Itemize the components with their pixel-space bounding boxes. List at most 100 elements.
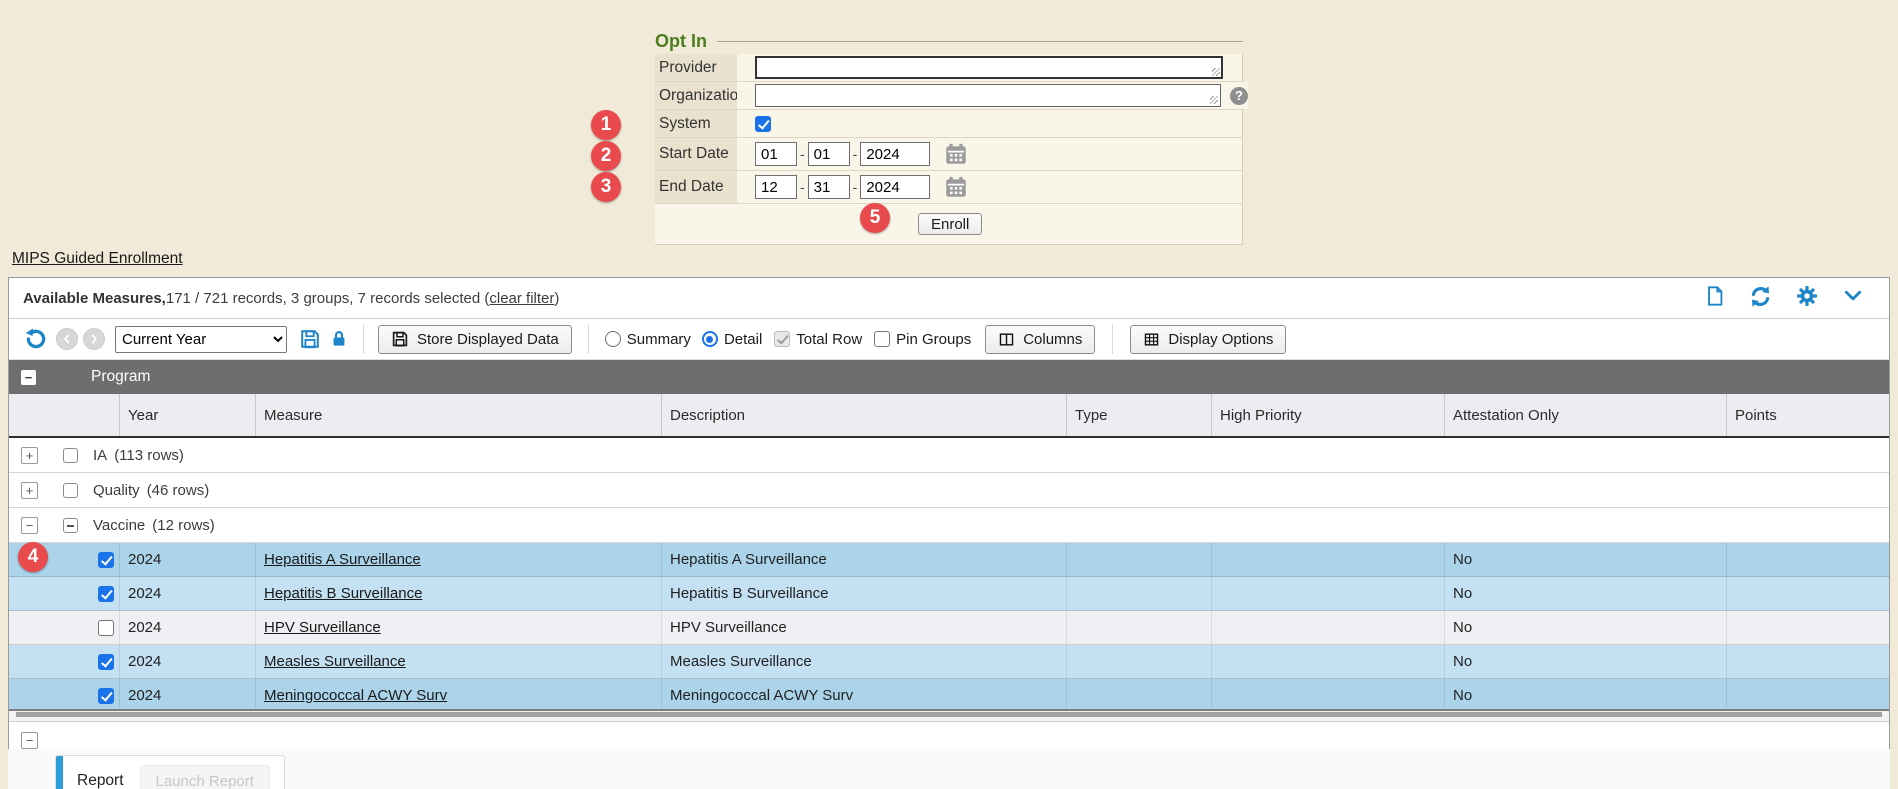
- report-label: Report: [77, 772, 124, 789]
- group-row-quality: + Quality (46 rows): [9, 473, 1889, 508]
- program-group-bar: − Program: [9, 360, 1889, 394]
- points-cell: [1726, 645, 1889, 678]
- resize-grip-icon: [1210, 96, 1218, 104]
- organization-row: Organization ?: [655, 81, 1242, 109]
- start-date-label: Start Date: [655, 138, 737, 170]
- collapse-panel-chevron-icon[interactable]: [1841, 286, 1865, 310]
- group-row-count: (46 rows): [147, 482, 210, 499]
- store-displayed-data-button[interactable]: Store Displayed Data: [378, 325, 572, 354]
- description-cell: Hepatitis A Surveillance: [661, 543, 1066, 576]
- summary-radio[interactable]: [605, 331, 621, 347]
- help-icon[interactable]: ?: [1230, 87, 1248, 105]
- date-separator: -: [853, 146, 858, 162]
- launch-report-button[interactable]: Launch Report: [140, 765, 270, 789]
- column-header-type[interactable]: Type: [1066, 394, 1211, 436]
- history-back-button[interactable]: [56, 328, 78, 350]
- organization-field-cell: ?: [737, 82, 1248, 109]
- provider-input[interactable]: [755, 56, 1223, 79]
- system-checkbox[interactable]: [755, 116, 771, 132]
- save-view-icon[interactable]: [299, 328, 321, 350]
- scrollbar-thumb[interactable]: [16, 712, 1882, 717]
- detail-radio[interactable]: [702, 331, 718, 347]
- opt-in-panel: Opt In Provider Organization ? System St…: [655, 28, 1243, 245]
- expand-group-icon[interactable]: +: [21, 447, 38, 464]
- attestation-only-cell: No: [1444, 577, 1726, 610]
- column-header-high-priority[interactable]: High Priority: [1211, 394, 1444, 436]
- group-checkbox[interactable]: [63, 483, 78, 498]
- group-name: Vaccine: [93, 517, 145, 534]
- footer-bar: Report Launch Report: [8, 749, 1890, 789]
- table-row: 2024 Hepatitis A Surveillance Hepatitis …: [9, 543, 1889, 577]
- provider-label: Provider: [655, 54, 737, 81]
- collapse-group-icon[interactable]: −: [21, 370, 36, 385]
- pin-groups-label: Pin Groups: [896, 331, 971, 348]
- group-name: IA: [93, 447, 107, 464]
- provider-row: Provider: [655, 54, 1242, 81]
- start-year-input[interactable]: [860, 142, 930, 166]
- attestation-only-cell: No: [1444, 543, 1726, 576]
- group-checkbox[interactable]: [63, 518, 78, 533]
- total-row-checkbox[interactable]: [774, 331, 790, 347]
- column-header-year[interactable]: Year: [119, 394, 255, 436]
- start-date-row: Start Date - -: [655, 137, 1242, 170]
- display-options-label: Display Options: [1168, 331, 1273, 348]
- columns-button[interactable]: Columns: [985, 325, 1095, 354]
- measure-link[interactable]: HPV Surveillance: [264, 619, 381, 636]
- enroll-button[interactable]: Enroll: [918, 213, 982, 235]
- table-row: 2024 Meningococcal ACWY Surv Meningococc…: [9, 679, 1889, 709]
- history-forward-button[interactable]: [83, 328, 105, 350]
- group-checkbox[interactable]: [63, 448, 78, 463]
- year-range-select[interactable]: Current Year: [115, 326, 287, 353]
- column-header-points[interactable]: Points: [1726, 394, 1889, 436]
- description-cell: HPV Surveillance: [661, 611, 1066, 644]
- measure-link[interactable]: Measles Surveillance: [264, 653, 406, 670]
- end-month-input[interactable]: [755, 175, 797, 199]
- end-year-input[interactable]: [860, 175, 930, 199]
- collapse-group-icon[interactable]: −: [21, 517, 38, 534]
- start-date-field-cell: - -: [737, 138, 1242, 170]
- mips-guided-enrollment-link[interactable]: MIPS Guided Enrollment: [12, 250, 183, 268]
- calendar-icon[interactable]: [942, 174, 970, 200]
- row-checkbox[interactable]: [98, 586, 114, 602]
- group-row-ia: + IA (113 rows): [9, 438, 1889, 473]
- row-checkbox[interactable]: [98, 654, 114, 670]
- expand-group-icon[interactable]: +: [21, 482, 38, 499]
- new-file-icon[interactable]: [1704, 284, 1726, 312]
- measure-link[interactable]: Hepatitis A Surveillance: [264, 551, 421, 568]
- end-day-input[interactable]: [808, 175, 850, 199]
- undo-icon[interactable]: [23, 327, 48, 352]
- clear-filter-link[interactable]: clear filter: [489, 290, 554, 307]
- column-header-attestation-only[interactable]: Attestation Only: [1444, 394, 1726, 436]
- report-card: Report Launch Report: [55, 755, 285, 789]
- organization-input[interactable]: [755, 84, 1221, 107]
- start-month-input[interactable]: [755, 142, 797, 166]
- program-group-label: Program: [91, 368, 150, 386]
- display-options-grid-icon: [1143, 331, 1160, 348]
- refresh-icon[interactable]: [1748, 284, 1773, 313]
- calendar-icon[interactable]: [942, 141, 970, 167]
- collapse-section-icon[interactable]: −: [21, 732, 38, 749]
- column-header-description[interactable]: Description: [661, 394, 1066, 436]
- horizontal-scrollbar[interactable]: [9, 709, 1889, 721]
- lock-icon[interactable]: [329, 328, 349, 350]
- total-row-label: Total Row: [796, 331, 862, 348]
- save-icon: [391, 330, 409, 348]
- type-cell: [1066, 679, 1211, 709]
- high-priority-cell: [1211, 577, 1444, 610]
- date-separator: -: [800, 146, 805, 162]
- column-header-measure[interactable]: Measure: [255, 394, 661, 436]
- start-day-input[interactable]: [808, 142, 850, 166]
- row-checkbox[interactable]: [98, 552, 114, 568]
- end-date-field-cell: - -: [737, 171, 1242, 203]
- measure-link[interactable]: Meningococcal ACWY Surv: [264, 687, 447, 704]
- group-row-count: (113 rows): [114, 447, 184, 464]
- display-options-button[interactable]: Display Options: [1130, 325, 1286, 354]
- step-badge-1: 1: [591, 110, 621, 140]
- pin-groups-checkbox[interactable]: [874, 331, 890, 347]
- group-row-count: (12 rows): [152, 517, 215, 534]
- settings-gear-icon[interactable]: [1795, 284, 1819, 312]
- columns-label: Columns: [1023, 331, 1082, 348]
- measure-link[interactable]: Hepatitis B Surveillance: [264, 585, 422, 602]
- row-checkbox[interactable]: [98, 620, 114, 636]
- row-checkbox[interactable]: [98, 688, 114, 704]
